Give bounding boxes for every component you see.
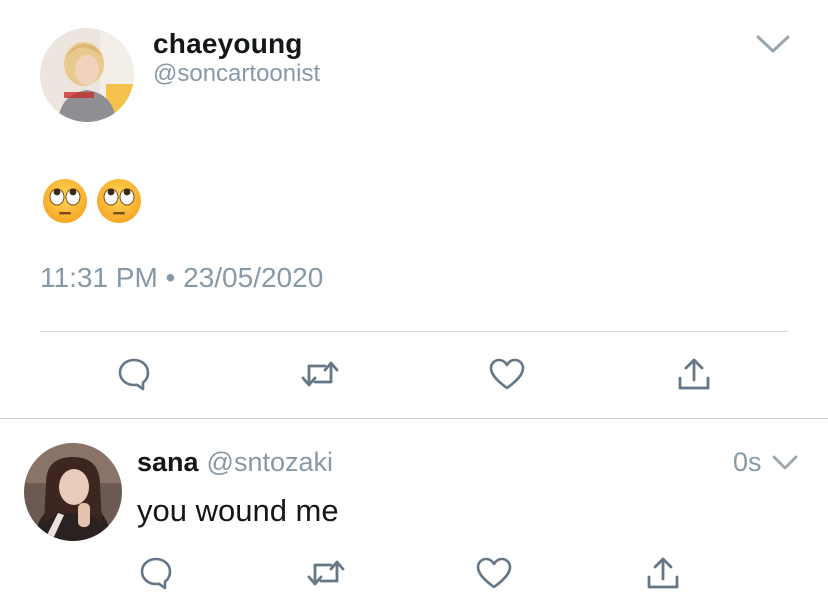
rolling-eyes-emoji-icon (97, 179, 141, 223)
reply-icon (140, 557, 172, 590)
reply-button[interactable] (134, 551, 178, 595)
avatar[interactable] (40, 28, 134, 122)
heart-icon (489, 358, 525, 390)
author-handle[interactable]: @soncartoonist (153, 60, 320, 88)
main-tweet: chaeyoung @soncartoonist 11:31 PM • 23/0… (0, 0, 828, 418)
share-button[interactable] (641, 551, 685, 595)
share-icon (678, 358, 710, 390)
author-name[interactable]: chaeyoung (153, 28, 303, 60)
reply-icon (118, 358, 150, 391)
tweet-detail-page: chaeyoung @soncartoonist 11:31 PM • 23/0… (0, 0, 828, 613)
reply-header: sana @sntozaki (137, 447, 333, 478)
rolling-eyes-emoji-icon (43, 179, 87, 223)
chevron-down-icon[interactable] (755, 32, 791, 56)
tweet-body (42, 178, 142, 230)
retweet-icon (307, 560, 345, 586)
reply-actions (0, 551, 828, 599)
retweet-icon (301, 361, 339, 387)
reply-text: you wound me (137, 493, 339, 528)
retweet-button[interactable] (298, 352, 342, 396)
divider (40, 331, 788, 332)
like-button[interactable] (472, 551, 516, 595)
chevron-down-icon[interactable] (771, 453, 799, 473)
like-button[interactable] (485, 352, 529, 396)
retweet-button[interactable] (304, 551, 348, 595)
author-handle[interactable]: @sntozaki (207, 447, 333, 478)
share-button[interactable] (672, 352, 716, 396)
tweet-timestamp: 11:31 PM • 23/05/2020 (40, 262, 324, 293)
reply-timestamp: 0s (733, 447, 762, 477)
reply-button[interactable] (112, 352, 156, 396)
avatar[interactable] (24, 443, 122, 541)
heart-icon (476, 557, 512, 589)
reply-tweet[interactable]: sana @sntozaki 0s you wound me (0, 419, 828, 613)
tweet-actions (0, 352, 828, 400)
author-name[interactable]: sana (137, 447, 199, 478)
share-icon (647, 557, 679, 589)
